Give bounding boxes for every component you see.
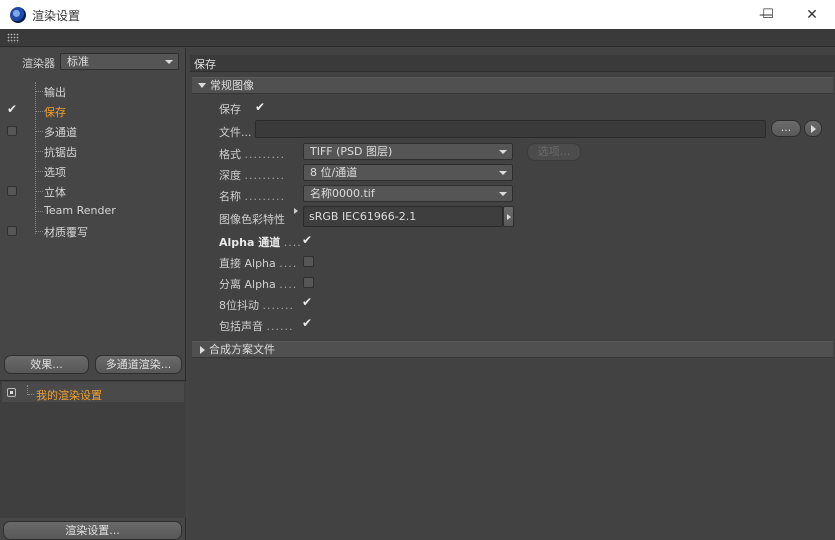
tree-connector <box>36 231 43 232</box>
separate-alpha-label: 分离 Alpha <box>219 278 276 291</box>
name-label: 名称 <box>219 190 241 203</box>
file-browse-button[interactable]: ... <box>771 120 801 137</box>
renderer-dropdown[interactable]: 标准 <box>60 53 179 70</box>
tree-connector <box>36 111 43 112</box>
color-profile-label: 图像色彩特性 <box>219 213 285 226</box>
maximize-button[interactable]: ☐ <box>745 0 791 29</box>
toolbar-strip <box>0 29 835 47</box>
chevron-down-icon <box>499 171 507 175</box>
section-regular-image[interactable]: 常规图像 <box>192 77 833 94</box>
include-sound-label: 包括声音 <box>219 320 263 333</box>
tree-connector <box>28 394 34 395</box>
name-dropdown[interactable]: 名称0000.tif <box>303 185 513 202</box>
alpha-channel-checkbox[interactable]: ✔ <box>302 234 312 246</box>
file-label: 文件... <box>219 126 252 139</box>
window-title: 渲染设置 <box>32 9 81 23</box>
triangle-right-icon <box>200 345 205 354</box>
format-value: TIFF (PSD 图层) <box>310 145 393 158</box>
color-profile-menu-button[interactable] <box>503 206 514 227</box>
save-checkbox[interactable]: ✔ <box>255 101 265 113</box>
effects-button[interactable]: 效果... <box>4 355 89 374</box>
multipass-render-button[interactable]: 多通道渲染... <box>95 355 182 374</box>
tree-item-label: Team Render <box>44 204 116 217</box>
section-compositing[interactable]: 合成方案文件 <box>192 341 833 358</box>
tree-item[interactable]: 输出 <box>0 81 185 101</box>
include-sound-checkbox[interactable]: ✔ <box>302 317 312 329</box>
chevron-down-icon <box>499 192 507 196</box>
chevron-down-icon <box>165 60 173 64</box>
dither-checkbox[interactable]: ✔ <box>302 296 312 308</box>
tree-item[interactable]: 多通道 <box>0 121 185 141</box>
name-value: 名称0000.tif <box>310 187 375 200</box>
tree-item-label: 输出 <box>44 86 66 99</box>
file-menu-button[interactable] <box>804 120 822 137</box>
close-button[interactable]: ✕ <box>789 0 835 29</box>
tree-connector <box>36 151 43 152</box>
panel-header-title: 保存 <box>194 58 216 71</box>
tree-item[interactable]: 立体 <box>0 181 185 201</box>
separate-alpha-checkbox[interactable] <box>303 277 314 288</box>
depth-label: 深度 <box>219 169 241 182</box>
tree-connector <box>36 131 43 132</box>
tree-connector <box>36 91 43 92</box>
alpha-channel-label: Alpha 通道 <box>219 236 281 249</box>
chevron-down-icon <box>499 150 507 154</box>
tree-item-label: 多通道 <box>44 126 77 139</box>
tree-item-checkbox[interactable] <box>7 186 17 196</box>
tree-connector <box>36 191 43 192</box>
panel-header: 保存 <box>190 55 835 72</box>
triangle-right-icon <box>294 208 298 214</box>
depth-dropdown[interactable]: 8 位/通道 <box>303 164 513 181</box>
panel-grip-icon[interactable] <box>7 33 19 43</box>
triangle-right-icon <box>507 214 511 220</box>
tree-connector <box>36 171 43 172</box>
title-bar: 渲染设置 — ☐ ✕ <box>0 0 835 29</box>
settings-item-label: 我的渲染设置 <box>36 389 102 402</box>
dither-label: 8位抖动 <box>219 299 259 312</box>
tree-connector <box>36 211 43 212</box>
options-button[interactable]: 选项... <box>527 143 581 161</box>
tree-item-checkbox[interactable] <box>7 226 17 236</box>
tree-item-label: 立体 <box>44 186 66 199</box>
triangle-down-icon <box>198 83 206 88</box>
section-title: 常规图像 <box>210 79 254 92</box>
cinema4d-logo-icon <box>10 7 26 23</box>
tree-item[interactable]: 材质覆写 <box>0 221 185 241</box>
tree-item-label: 选项 <box>44 166 66 179</box>
depth-value: 8 位/通道 <box>310 166 358 179</box>
tree-item-checkbox[interactable]: ✔ <box>7 103 19 115</box>
tree-item-label: 保存 <box>44 106 66 119</box>
renderer-value: 标准 <box>67 55 89 68</box>
tree-item[interactable]: Team Render <box>0 201 185 221</box>
section-title: 合成方案文件 <box>209 343 275 356</box>
color-profile-field[interactable]: sRGB IEC61966-2.1 <box>303 206 503 227</box>
tree-item[interactable]: ✔ 保存 <box>0 101 185 121</box>
format-dropdown[interactable]: TIFF (PSD 图层) <box>303 143 513 160</box>
straight-alpha-checkbox[interactable] <box>303 256 314 267</box>
tree-item-label: 材质覆写 <box>44 226 88 239</box>
tree-item[interactable]: 选项 <box>0 161 185 181</box>
format-label: 格式 <box>219 148 241 161</box>
triangle-right-icon <box>811 125 816 133</box>
file-path-input[interactable] <box>255 120 766 138</box>
render-settings-button[interactable]: 渲染设置... <box>3 521 182 540</box>
tree-item[interactable]: 抗锯齿 <box>0 141 185 161</box>
active-settings-icon <box>7 388 16 397</box>
tree-item-checkbox[interactable] <box>7 126 17 136</box>
tree-item-label: 抗锯齿 <box>44 146 77 159</box>
straight-alpha-label: 直接 Alpha <box>219 257 276 270</box>
save-label: 保存 <box>219 103 241 116</box>
renderer-label: 渲染器 <box>22 57 55 70</box>
